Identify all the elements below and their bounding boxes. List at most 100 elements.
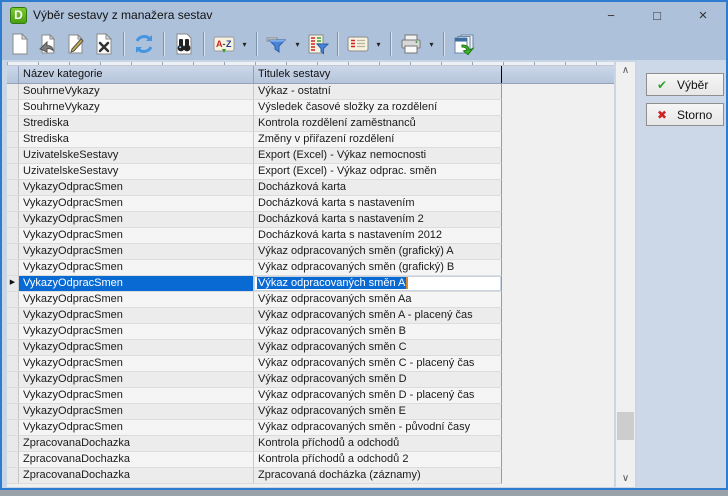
scroll-up-icon[interactable]: ∧ <box>616 62 635 79</box>
title-cell[interactable]: Výkaz odpracovaných směn B <box>254 324 502 340</box>
category-cell[interactable]: ZpracovanaDochazka <box>19 468 254 484</box>
title-cell[interactable]: Docházková karta s nastavením 2 <box>254 212 502 228</box>
title-cell[interactable]: Export (Excel) - Výkaz nemocnosti <box>254 148 502 164</box>
title-cell[interactable]: Výkaz odpracovaných směn D <box>254 372 502 388</box>
title-cell[interactable]: Výkaz odpracovaných směn D - placený čas <box>254 388 502 404</box>
category-cell[interactable]: VykazyOdpracSmen <box>19 420 254 436</box>
cancel-button[interactable]: ✖ Storno <box>646 103 724 126</box>
title-cell[interactable]: Výkaz odpracovaných směn Aa <box>254 292 502 308</box>
filter-dropdown[interactable]: ▾ <box>291 30 304 58</box>
title-cell[interactable]: Výkaz odpracovaných směn E <box>254 404 502 420</box>
title-cell[interactable]: Export (Excel) - Výkaz odprac. směn <box>254 164 502 180</box>
table-row[interactable]: VykazyOdpracSmenVýkaz odpracovaných směn… <box>7 372 614 388</box>
print-dropdown[interactable]: ▾ <box>425 30 438 58</box>
table-row[interactable]: ▶VykazyOdpracSmenVýkaz odpracovaných smě… <box>7 276 614 292</box>
print-button[interactable] <box>397 30 425 58</box>
title-cell[interactable]: Kontrola rozdělení zaměstnanců <box>254 116 502 132</box>
title-cell[interactable]: Zpracovaná docházka (záznamy) <box>254 468 502 484</box>
filter-button[interactable] <box>263 30 291 58</box>
title-cell[interactable]: Docházková karta s nastavením 2012 <box>254 228 502 244</box>
table-row[interactable]: StrediskaKontrola rozdělení zaměstnanců <box>7 116 614 132</box>
vertical-scrollbar[interactable]: ∧ ∨ <box>616 62 635 487</box>
title-cell[interactable]: Výkaz - ostatní <box>254 84 502 100</box>
sort-az-button[interactable]: A - Z <box>210 30 238 58</box>
scroll-down-icon[interactable]: ∨ <box>616 470 635 487</box>
table-row[interactable]: SouhrneVykazyVýsledek časové složky za r… <box>7 100 614 116</box>
table-row[interactable]: SouhrneVykazyVýkaz - ostatní <box>7 84 614 100</box>
close-button[interactable]: × <box>680 2 726 28</box>
title-cell[interactable]: Výsledek časové složky za rozdělení <box>254 100 502 116</box>
delete-document-button[interactable] <box>90 30 118 58</box>
edit-document-button[interactable] <box>62 30 90 58</box>
category-cell[interactable]: VykazyOdpracSmen <box>19 276 254 292</box>
table-row[interactable]: UzivatelskeSestavyExport (Excel) - Výkaz… <box>7 164 614 180</box>
inline-editor-selected-text[interactable]: Výkaz odpracovaných směn A <box>257 277 408 289</box>
category-cell[interactable]: VykazyOdpracSmen <box>19 212 254 228</box>
table-row[interactable]: ZpracovanaDochazkaKontrola příchodů a od… <box>7 436 614 452</box>
table-row[interactable]: VykazyOdpracSmenVýkaz odpracovaných směn… <box>7 308 614 324</box>
category-cell[interactable]: VykazyOdpracSmen <box>19 260 254 276</box>
category-cell[interactable]: Strediska <box>19 132 254 148</box>
title-cell[interactable]: Výkaz odpracovaných směn (grafický) A <box>254 244 502 260</box>
table-row[interactable]: VykazyOdpracSmenDocházková karta <box>7 180 614 196</box>
table-row[interactable]: VykazyOdpracSmenVýkaz odpracovaných směn… <box>7 404 614 420</box>
columns-dropdown[interactable]: ▾ <box>372 30 385 58</box>
sort-az-dropdown[interactable]: ▾ <box>238 30 251 58</box>
title-cell[interactable]: Kontrola příchodů a odchodů <box>254 436 502 452</box>
title-cell[interactable]: Docházková karta <box>254 180 502 196</box>
table-row[interactable]: VykazyOdpracSmenDocházková karta s nasta… <box>7 228 614 244</box>
scrollbar-thumb[interactable] <box>617 412 634 440</box>
category-cell[interactable]: VykazyOdpracSmen <box>19 308 254 324</box>
category-cell[interactable]: UzivatelskeSestavy <box>19 164 254 180</box>
category-cell[interactable]: VykazyOdpracSmen <box>19 180 254 196</box>
title-cell[interactable]: Kontrola příchodů a odchodů 2 <box>254 452 502 468</box>
filter-list-button[interactable] <box>304 30 332 58</box>
table-row[interactable]: VykazyOdpracSmenDocházková karta s nasta… <box>7 212 614 228</box>
category-cell[interactable]: VykazyOdpracSmen <box>19 244 254 260</box>
find-button[interactable] <box>170 30 198 58</box>
title-cell[interactable]: Docházková karta s nastavením <box>254 196 502 212</box>
category-cell[interactable]: ZpracovanaDochazka <box>19 436 254 452</box>
category-cell[interactable]: VykazyOdpracSmen <box>19 340 254 356</box>
columns-button[interactable] <box>344 30 372 58</box>
table-row[interactable]: StrediskaZměny v přiřazení rozdělení <box>7 132 614 148</box>
category-cell[interactable]: VykazyOdpracSmen <box>19 404 254 420</box>
column-header-title[interactable]: Titulek sestavy <box>254 66 502 83</box>
title-cell[interactable]: Změny v přiřazení rozdělení <box>254 132 502 148</box>
scrollbar-track[interactable] <box>616 79 635 470</box>
category-cell[interactable]: VykazyOdpracSmen <box>19 228 254 244</box>
table-row[interactable]: ZpracovanaDochazkaZpracovaná docházka (z… <box>7 468 614 484</box>
category-cell[interactable]: VykazyOdpracSmen <box>19 372 254 388</box>
title-cell[interactable]: Výkaz odpracovaných směn A <box>254 276 502 292</box>
category-cell[interactable]: SouhrneVykazy <box>19 84 254 100</box>
table-row[interactable]: VykazyOdpracSmenVýkaz odpracovaných směn… <box>7 260 614 276</box>
category-cell[interactable]: ZpracovanaDochazka <box>19 452 254 468</box>
category-cell[interactable]: VykazyOdpracSmen <box>19 356 254 372</box>
category-cell[interactable]: VykazyOdpracSmen <box>19 324 254 340</box>
title-cell[interactable]: Výkaz odpracovaných směn (grafický) B <box>254 260 502 276</box>
title-cell[interactable]: Výkaz odpracovaných směn A - placený čas <box>254 308 502 324</box>
title-cell[interactable]: Výkaz odpracovaných směn - původní časy <box>254 420 502 436</box>
table-row[interactable]: VykazyOdpracSmenVýkaz odpracovaných směn… <box>7 324 614 340</box>
category-cell[interactable]: VykazyOdpracSmen <box>19 292 254 308</box>
category-cell[interactable]: UzivatelskeSestavy <box>19 148 254 164</box>
title-cell[interactable]: Výkaz odpracovaných směn C - placený čas <box>254 356 502 372</box>
column-header-category[interactable]: Název kategorie <box>19 66 254 83</box>
table-row[interactable]: UzivatelskeSestavyExport (Excel) - Výkaz… <box>7 148 614 164</box>
table-row[interactable]: VykazyOdpracSmenVýkaz odpracovaných směn… <box>7 292 614 308</box>
table-row[interactable]: VykazyOdpracSmenVýkaz odpracovaných směn… <box>7 388 614 404</box>
new-document-button[interactable] <box>6 30 34 58</box>
category-cell[interactable]: VykazyOdpracSmen <box>19 196 254 212</box>
select-button[interactable]: ✔ Výběr <box>646 73 724 96</box>
category-cell[interactable]: VykazyOdpracSmen <box>19 388 254 404</box>
category-cell[interactable]: Strediska <box>19 116 254 132</box>
refresh-button[interactable] <box>130 30 158 58</box>
category-cell[interactable]: SouhrneVykazy <box>19 100 254 116</box>
export-button[interactable] <box>450 30 478 58</box>
table-row[interactable]: VykazyOdpracSmenVýkaz odpracovaných směn… <box>7 420 614 436</box>
minimize-button[interactable]: − <box>588 2 634 28</box>
title-cell[interactable]: Výkaz odpracovaných směn C <box>254 340 502 356</box>
table-row[interactable]: VykazyOdpracSmenDocházková karta s nasta… <box>7 196 614 212</box>
table-row[interactable]: ZpracovanaDochazkaKontrola příchodů a od… <box>7 452 614 468</box>
maximize-button[interactable]: □ <box>634 2 680 28</box>
